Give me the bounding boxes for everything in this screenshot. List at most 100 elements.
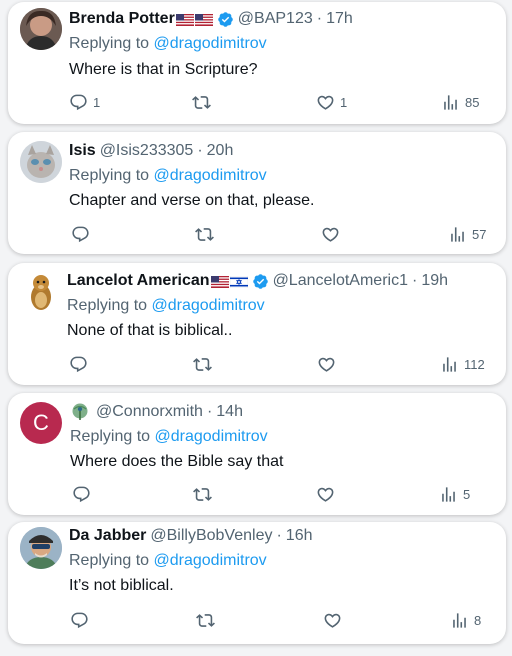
mention-link[interactable]: @dragodimitrov: [154, 552, 267, 569]
views-button[interactable]: 112: [440, 355, 485, 374]
reply-button[interactable]: [69, 355, 88, 374]
replying-to: Replying to @dragodimitrov: [69, 35, 267, 53]
user-handle[interactable]: @Isis233305: [100, 142, 194, 160]
peacock-icon: [70, 403, 90, 421]
reply-icon: [72, 226, 89, 243]
avatar[interactable]: [20, 271, 62, 313]
user-handle[interactable]: @Connorxmith: [96, 403, 203, 421]
mention-link[interactable]: @dragodimitrov: [154, 167, 267, 184]
like-icon: [318, 357, 335, 372]
replying-label: Replying to: [70, 428, 155, 445]
view-count: 5: [463, 487, 471, 502]
views-button[interactable]: 8: [450, 611, 481, 630]
like-icon: [317, 95, 334, 110]
retweet-button[interactable]: [193, 355, 212, 374]
reply-icon: [73, 486, 90, 503]
avatar[interactable]: [20, 527, 62, 569]
like-button[interactable]: [317, 355, 336, 374]
replying-to: Replying to @dragodimitrov: [67, 297, 265, 315]
retweet-icon: [192, 96, 211, 109]
retweet-button[interactable]: [193, 485, 212, 504]
retweet-button[interactable]: [192, 93, 211, 112]
view-count: 85: [465, 95, 480, 110]
reply-icon: [70, 356, 87, 373]
tweet-card[interactable]: Lancelot American @LancelotAmeric1 · 19h…: [8, 263, 506, 385]
views-icon: [453, 613, 466, 628]
action-bar: 8: [70, 611, 495, 631]
views-icon: [443, 357, 456, 372]
us-flag-icon: [210, 275, 229, 288]
retweet-icon: [195, 228, 214, 241]
display-name[interactable]: Brenda Potter: [69, 10, 175, 28]
views-icon: [442, 487, 455, 502]
like-button[interactable]: [321, 225, 345, 244]
israel-flag-icon: [229, 275, 248, 289]
timestamp[interactable]: 14h: [216, 403, 243, 421]
mention-link[interactable]: @dragodimitrov: [152, 297, 265, 314]
timestamp[interactable]: 19h: [421, 272, 448, 290]
views-icon: [444, 95, 457, 110]
like-icon: [322, 227, 339, 242]
replying-label: Replying to: [69, 35, 154, 52]
replying-to: Replying to @dragodimitrov: [69, 552, 267, 570]
mention-link[interactable]: @dragodimitrov: [154, 35, 267, 52]
reply-count: 1: [93, 95, 101, 110]
separator-dot: ·: [206, 403, 213, 420]
like-button[interactable]: [316, 485, 335, 504]
display-name[interactable]: Da Jabber: [69, 527, 146, 545]
avatar-letter: C: [33, 410, 49, 435]
action-bar: 57: [71, 225, 496, 245]
reply-button[interactable]: [70, 611, 89, 630]
separator-dot: ·: [276, 527, 282, 544]
avatar[interactable]: [20, 141, 62, 183]
us-flag-icon: [194, 13, 213, 26]
action-bar: 5: [72, 485, 497, 505]
timestamp[interactable]: 20h: [207, 142, 234, 160]
avatar[interactable]: [20, 8, 62, 50]
like-count: 1: [340, 95, 348, 110]
retweet-icon: [193, 488, 212, 501]
tweet-text: It’s not biblical.: [69, 577, 174, 594]
tweet-header: Brenda Potter @BAP123 · 17h: [69, 10, 353, 28]
avatar[interactable]: C: [20, 402, 62, 444]
tweet-header: Lancelot American @LancelotAmeric1 · 19h: [67, 272, 448, 290]
reply-button[interactable]: 1: [69, 93, 100, 112]
user-handle[interactable]: @LancelotAmeric1: [273, 272, 408, 290]
tweet-card[interactable]: Da Jabber @BillyBobVenley · 16h Replying…: [8, 522, 506, 644]
user-handle[interactable]: @BillyBobVenley: [150, 527, 272, 545]
action-bar: 1 1 85: [69, 93, 494, 113]
like-icon: [317, 487, 334, 502]
like-button[interactable]: 1: [316, 93, 347, 112]
reply-icon: [71, 612, 88, 629]
timestamp[interactable]: 16h: [286, 527, 313, 545]
display-name[interactable]: Isis: [69, 142, 96, 160]
timestamp[interactable]: 17h: [326, 10, 353, 28]
separator-dot: ·: [197, 142, 203, 159]
views-button[interactable]: 5: [439, 485, 470, 504]
action-bar: 112: [69, 355, 494, 375]
tweet-header: @Connorxmith · 14h: [70, 403, 243, 421]
us-flag-icon: [175, 13, 194, 26]
verified-badge-icon: [217, 11, 234, 28]
tweet-header: Da Jabber @BillyBobVenley · 16h: [69, 527, 313, 545]
retweet-icon: [196, 614, 215, 627]
reply-button[interactable]: [71, 225, 95, 244]
views-button[interactable]: 85: [441, 93, 479, 112]
views-button[interactable]: 57: [448, 225, 486, 244]
user-handle[interactable]: @BAP123: [238, 10, 313, 28]
retweet-button[interactable]: [195, 225, 214, 244]
retweet-button[interactable]: [196, 611, 215, 630]
tweet-card[interactable]: Isis @Isis233305 · 20h Replying to @drag…: [8, 132, 506, 254]
replying-to: Replying to @dragodimitrov: [69, 167, 267, 185]
tweet-card[interactable]: C @Connorxmith · 14h Replying to @dragod…: [8, 393, 506, 515]
mention-link[interactable]: @dragodimitrov: [155, 428, 268, 445]
tweet-card[interactable]: Brenda Potter @BAP123 · 17h Replying to …: [8, 2, 506, 124]
views-icon: [451, 227, 464, 242]
tweet-text: Where is that in Scripture?: [69, 61, 258, 78]
view-count: 8: [474, 613, 482, 628]
display-name[interactable]: Lancelot American: [67, 272, 210, 290]
like-button[interactable]: [323, 611, 342, 630]
reply-button[interactable]: [72, 485, 91, 504]
retweet-icon: [193, 358, 212, 371]
separator-dot: ·: [411, 272, 418, 289]
